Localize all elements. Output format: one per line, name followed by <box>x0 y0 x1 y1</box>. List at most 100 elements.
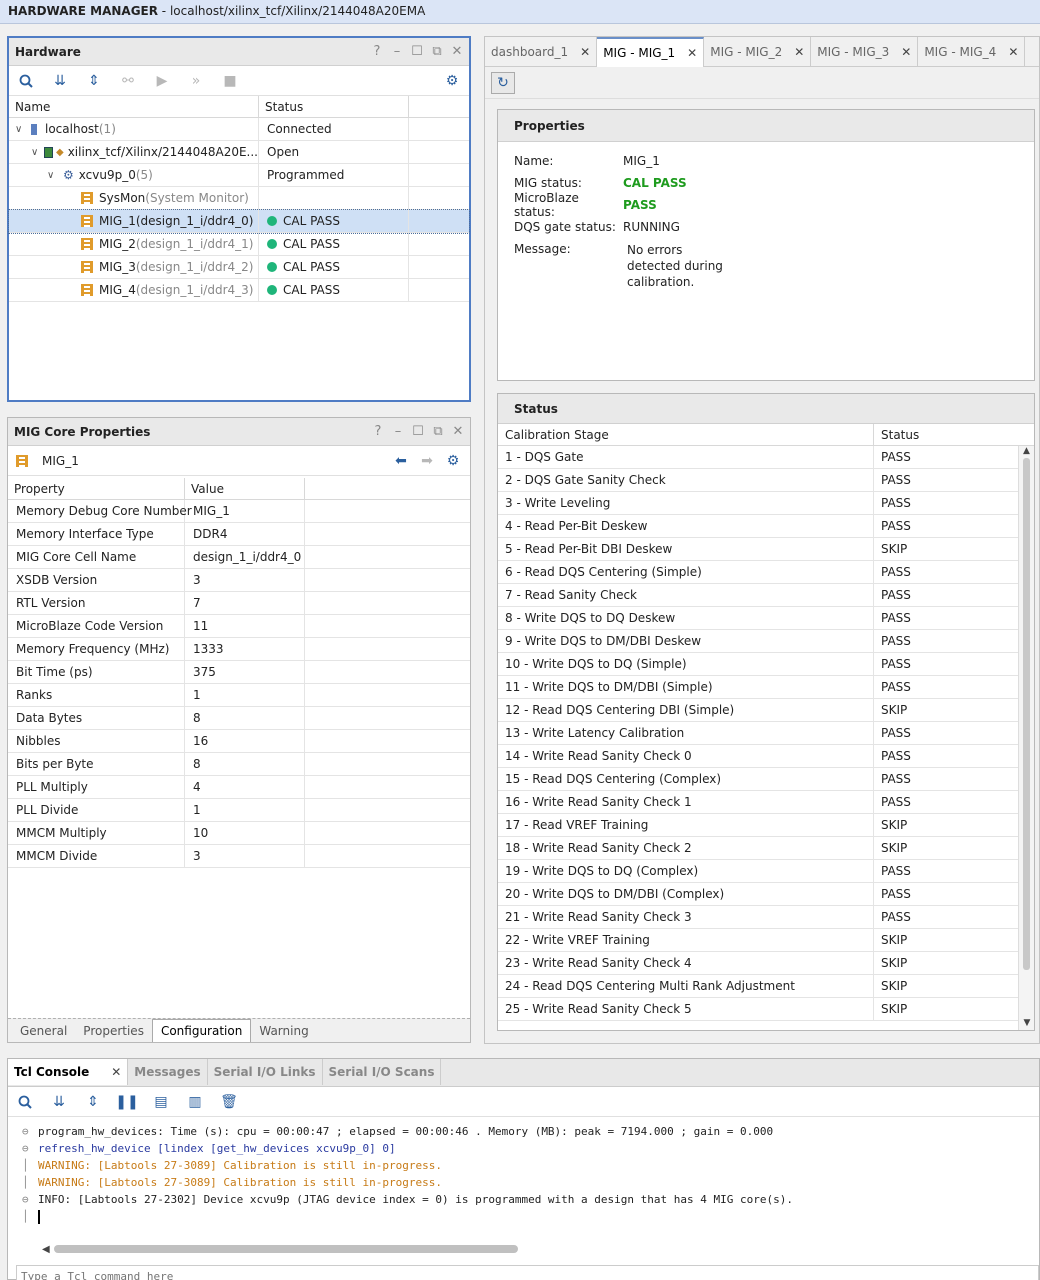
tree-row-mig-4[interactable]: MIG_4 (design_1_i/ddr4_3) CAL PASS <box>9 279 469 302</box>
property-row[interactable]: PLL Divide 1 <box>8 799 470 822</box>
tab-mig-3[interactable]: MIG - MIG_3 ✕ <box>811 37 919 67</box>
tab-serial-io-scans[interactable]: Serial I/O Scans <box>323 1059 442 1085</box>
expand-all-icon[interactable]: ⇕ <box>84 1093 102 1111</box>
tab-mig-2[interactable]: MIG - MIG_2 ✕ <box>704 37 812 67</box>
tab-tcl-console[interactable]: Tcl Console ✕ <box>8 1059 129 1085</box>
property-row[interactable]: MMCM Divide 3 <box>8 845 470 868</box>
run-trigger-icon[interactable]: ▶ <box>153 72 171 90</box>
tab-serial-io-links[interactable]: Serial I/O Links <box>208 1059 323 1085</box>
close-icon[interactable]: ✕ <box>580 45 590 59</box>
close-icon[interactable]: ✕ <box>687 46 697 60</box>
calibration-row[interactable]: 19 - Write DQS to DQ (Complex) PASS <box>498 860 1034 883</box>
fold-icon[interactable]: ⊖ <box>22 1142 38 1155</box>
calibration-row[interactable]: 25 - Write Read Sanity Check 5 SKIP <box>498 998 1034 1021</box>
status-scrollbar[interactable]: ▲ ▼ <box>1018 446 1034 1030</box>
calibration-row[interactable]: 10 - Write DQS to DQ (Simple) PASS <box>498 653 1034 676</box>
trash-icon[interactable]: 🗑 <box>220 1093 238 1111</box>
minimize-icon[interactable]: – <box>392 424 404 439</box>
maximize-icon[interactable]: ☐ <box>412 424 424 439</box>
run-immediate-icon[interactable]: » <box>187 72 205 90</box>
calibration-row[interactable]: 6 - Read DQS Centering (Simple) PASS <box>498 561 1034 584</box>
tab-properties[interactable]: Properties <box>75 1020 152 1042</box>
property-row[interactable]: MicroBlaze Code Version 11 <box>8 615 470 638</box>
tree-row-localhost[interactable]: ∨ localhost (1) Connected <box>9 118 469 141</box>
float-icon[interactable]: ⧉ <box>431 44 443 59</box>
fold-icon[interactable]: ⊖ <box>22 1125 38 1138</box>
maximize-icon[interactable]: ☐ <box>411 44 423 59</box>
col-status[interactable]: Status <box>259 96 409 117</box>
close-icon[interactable]: ✕ <box>452 424 464 439</box>
forward-arrow-icon[interactable]: ➡ <box>418 452 436 470</box>
tree-row-target[interactable]: ∨ ◆ xilinx_tcf/Xilinx/2144048A20E... Ope… <box>9 141 469 164</box>
tab-general[interactable]: General <box>12 1020 75 1042</box>
close-icon[interactable]: ✕ <box>1008 45 1018 59</box>
col-value[interactable]: Value <box>185 478 305 499</box>
property-row[interactable]: Memory Frequency (MHz) 1333 <box>8 638 470 661</box>
close-icon[interactable]: ✕ <box>451 44 463 59</box>
minimize-icon[interactable]: – <box>391 44 403 59</box>
scroll-down-icon[interactable]: ▼ <box>1019 1018 1034 1028</box>
close-icon[interactable]: ✕ <box>794 45 804 59</box>
scroll-up-icon[interactable]: ▲ <box>1019 446 1034 456</box>
calibration-row[interactable]: 7 - Read Sanity Check PASS <box>498 584 1034 607</box>
calibration-row[interactable]: 17 - Read VREF Training SKIP <box>498 814 1034 837</box>
tree-row-mig-2[interactable]: MIG_2 (design_1_i/ddr4_1) CAL PASS <box>9 233 469 256</box>
pause-icon[interactable]: ❚❚ <box>115 1093 138 1111</box>
calibration-row[interactable]: 4 - Read Per-Bit Deskew PASS <box>498 515 1034 538</box>
stop-icon[interactable]: ■ <box>221 72 239 90</box>
col-property[interactable]: Property <box>8 478 185 499</box>
col-calibration-stage[interactable]: Calibration Stage <box>498 424 874 445</box>
property-row[interactable]: Nibbles 16 <box>8 730 470 753</box>
search-icon[interactable] <box>16 1093 34 1111</box>
scrollbar-thumb[interactable] <box>1023 458 1030 970</box>
tree-row-sysmon[interactable]: SysMon (System Monitor) <box>9 187 469 210</box>
tree-row-mig-3[interactable]: MIG_3 (design_1_i/ddr4_2) CAL PASS <box>9 256 469 279</box>
property-row[interactable]: PLL Multiply 4 <box>8 776 470 799</box>
property-row[interactable]: Bits per Byte 8 <box>8 753 470 776</box>
gear-icon[interactable]: ⚙ <box>444 452 462 470</box>
calibration-row[interactable]: 5 - Read Per-Bit DBI Deskew SKIP <box>498 538 1034 561</box>
calibration-row[interactable]: 16 - Write Read Sanity Check 1 PASS <box>498 791 1034 814</box>
tree-row-mig-1[interactable]: MIG_1 (design_1_i/ddr4_0) CAL PASS <box>8 209 470 234</box>
auto-connect-icon[interactable]: ⚯ <box>119 72 137 90</box>
calibration-row[interactable]: 22 - Write VREF Training SKIP <box>498 929 1034 952</box>
calibration-row[interactable]: 21 - Write Read Sanity Check 3 PASS <box>498 906 1034 929</box>
tab-dashboard-1[interactable]: dashboard_1 ✕ <box>485 37 598 67</box>
calibration-row[interactable]: 11 - Write DQS to DM/DBI (Simple) PASS <box>498 676 1034 699</box>
tab-mig-4[interactable]: MIG - MIG_4 ✕ <box>918 37 1026 67</box>
scroll-left-icon[interactable]: ◀ <box>42 1244 50 1255</box>
hscroll-thumb[interactable] <box>53 1245 518 1253</box>
search-icon[interactable] <box>17 72 35 90</box>
tcl-command-input[interactable] <box>17 1269 1038 1280</box>
calibration-row[interactable]: 2 - DQS Gate Sanity Check PASS <box>498 469 1034 492</box>
property-row[interactable]: Memory Interface Type DDR4 <box>8 523 470 546</box>
calibration-row[interactable]: 1 - DQS Gate PASS <box>498 446 1034 469</box>
col-status[interactable]: Status <box>874 424 1016 445</box>
property-row[interactable]: RTL Version 7 <box>8 592 470 615</box>
help-icon[interactable]: ? <box>371 44 383 59</box>
close-icon[interactable]: ✕ <box>111 1065 121 1079</box>
gear-icon[interactable]: ⚙ <box>443 72 461 90</box>
chevron-down-icon[interactable]: ∨ <box>31 147 40 158</box>
help-icon[interactable]: ? <box>372 424 384 439</box>
copy-icon[interactable]: ▤ <box>152 1093 170 1111</box>
console-hscrollbar[interactable]: ◀ <box>42 1241 1039 1257</box>
tab-messages[interactable]: Messages <box>128 1059 208 1085</box>
refresh-icon[interactable]: ↻ <box>491 71 515 94</box>
fold-icon[interactable]: ⊖ <box>22 1193 38 1206</box>
calibration-row[interactable]: 13 - Write Latency Calibration PASS <box>498 722 1034 745</box>
calibration-row[interactable]: 9 - Write DQS to DM/DBI Deskew PASS <box>498 630 1034 653</box>
tree-row-device[interactable]: ∨ ⚙ xcvu9p_0 (5) Programmed <box>9 164 469 187</box>
col-name[interactable]: Name <box>9 96 259 117</box>
collapse-all-icon[interactable]: ⇊ <box>51 72 69 90</box>
columns-icon[interactable]: ▥ <box>186 1093 204 1111</box>
calibration-row[interactable]: 24 - Read DQS Centering Multi Rank Adjus… <box>498 975 1034 998</box>
calibration-row[interactable]: 18 - Write Read Sanity Check 2 SKIP <box>498 837 1034 860</box>
property-row[interactable]: Memory Debug Core Number MIG_1 <box>8 500 470 523</box>
calibration-row[interactable]: 23 - Write Read Sanity Check 4 SKIP <box>498 952 1034 975</box>
property-row[interactable]: XSDB Version 3 <box>8 569 470 592</box>
calibration-row[interactable]: 14 - Write Read Sanity Check 0 PASS <box>498 745 1034 768</box>
calibration-row[interactable]: 3 - Write Leveling PASS <box>498 492 1034 515</box>
back-arrow-icon[interactable]: ⬅ <box>392 452 410 470</box>
chevron-down-icon[interactable]: ∨ <box>15 124 27 135</box>
